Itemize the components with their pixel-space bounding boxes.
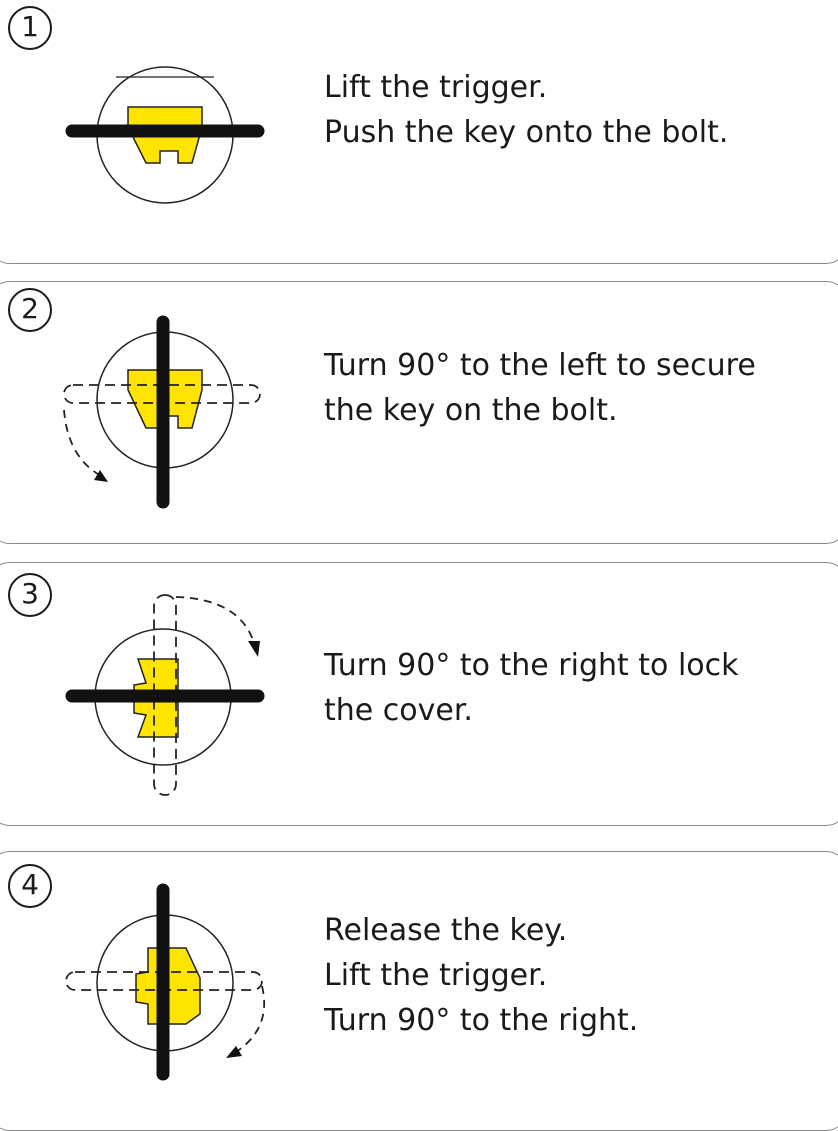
step-1-line-1: Lift the trigger. — [324, 70, 548, 105]
step-instructions-1: Lift the trigger. Push the key onto the … — [324, 65, 728, 155]
lock-illustration-step-4 — [65, 883, 266, 1081]
step-number-badge: 1 — [8, 6, 52, 50]
lock-illustration-step-3 — [65, 594, 265, 796]
step-3-line-2: the cover. — [324, 693, 473, 728]
step-3-line-1: Turn 90° to the right to lock — [324, 648, 739, 683]
step-1-line-2: Push the key onto the bolt. — [324, 115, 729, 150]
step-instructions-2: Turn 90° to the left to secure the key o… — [324, 343, 756, 433]
rotation-arrow-right — [235, 985, 266, 1053]
step-number-badge: 3 — [8, 573, 52, 617]
step-4-line-1: Release the key. — [324, 913, 568, 948]
rotation-arrow-left — [63, 409, 106, 479]
rotation-arrowhead — [94, 470, 108, 482]
lock-illustration-step-1 — [65, 66, 265, 204]
step-instructions-3: Turn 90° to the right to lock the cover. — [324, 643, 739, 733]
rotation-arrowhead — [226, 1046, 242, 1058]
step-number-badge: 2 — [8, 288, 52, 332]
step-4-line-2: Lift the trigger. — [324, 958, 548, 993]
lock-illustration-step-2 — [63, 315, 261, 509]
step-2-line-1: Turn 90° to the left to secure — [324, 348, 756, 383]
step-number-badge: 4 — [8, 864, 52, 908]
step-2-line-2: the key on the bolt. — [324, 393, 618, 428]
step-instructions-4: Release the key. Lift the trigger. Turn … — [324, 908, 638, 1043]
rotation-arrowhead — [248, 641, 260, 657]
step-4-line-3: Turn 90° to the right. — [324, 1003, 639, 1038]
